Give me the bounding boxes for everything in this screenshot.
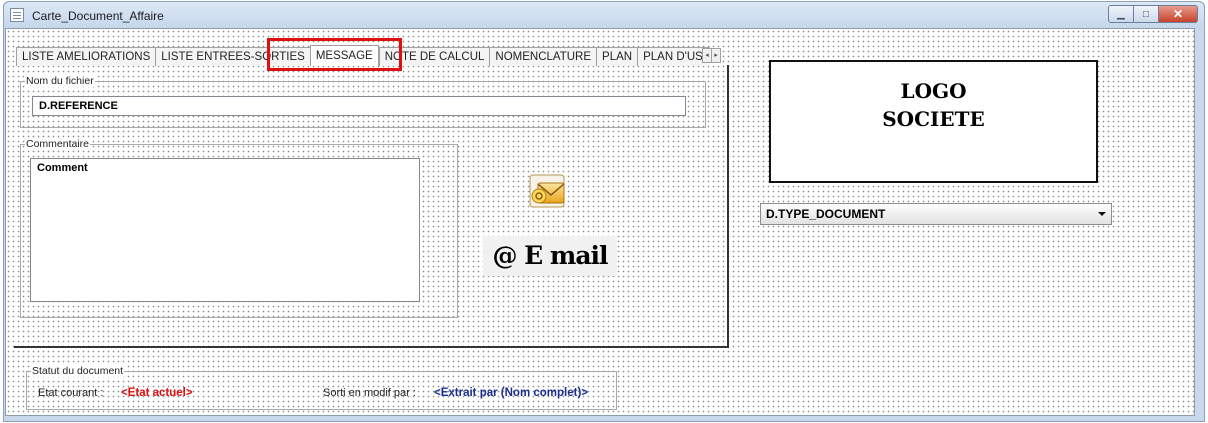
- dropdown-arrow-icon[interactable]: [1098, 212, 1106, 216]
- tab-plan-usinage[interactable]: PLAN D'USINAGE: [637, 47, 711, 66]
- document-type-dropdown[interactable]: D.TYPE_DOCUMENT: [760, 203, 1112, 225]
- logo-line-2: SOCIETE: [882, 107, 985, 131]
- tab-scroll-right-button[interactable]: ▸: [711, 48, 721, 63]
- window-controls: ▁ □ ✕: [1108, 5, 1198, 23]
- tab-scroll-buttons: ◂ ▸: [702, 48, 721, 63]
- minimize-button[interactable]: ▁: [1108, 5, 1134, 23]
- checked-out-by-value: <Extrait par (Nom complet)>: [434, 387, 589, 399]
- form-icon: [10, 8, 24, 22]
- document-type-value: D.TYPE_DOCUMENT: [766, 207, 886, 221]
- current-state-label: Etat courant :: [38, 387, 104, 399]
- tab-liste-ameliorations[interactable]: LISTE AMELIORATIONS: [16, 47, 156, 66]
- window-title: Carte_Document_Affaire: [32, 9, 164, 23]
- tab-highlight-box: [267, 38, 402, 71]
- checked-out-by-label: Sorti en modif par :: [323, 387, 416, 399]
- maximize-button[interactable]: □: [1133, 5, 1159, 23]
- email-button[interactable]: @ E mail: [483, 236, 617, 276]
- current-state-value: <Etat actuel>: [121, 387, 193, 399]
- close-button[interactable]: ✕: [1158, 5, 1198, 23]
- file-name-group-label: Nom du fichier: [25, 75, 95, 87]
- file-name-field[interactable]: D.REFERENCE: [32, 96, 686, 116]
- title-bar[interactable]: Carte_Document_Affaire ▁ □ ✕: [4, 2, 1204, 30]
- company-logo-placeholder: LOGO SOCIETE: [769, 60, 1098, 183]
- document-status-group-label: Statut du document: [31, 365, 125, 377]
- tab-nomenclature[interactable]: NOMENCLATURE: [489, 47, 597, 66]
- tab-plan[interactable]: PLAN: [596, 47, 638, 66]
- outlook-email-icon[interactable]: [527, 171, 569, 213]
- comment-field[interactable]: Comment: [30, 158, 420, 302]
- logo-line-1: LOGO: [900, 79, 967, 103]
- comment-group-label: Commentaire: [25, 138, 91, 150]
